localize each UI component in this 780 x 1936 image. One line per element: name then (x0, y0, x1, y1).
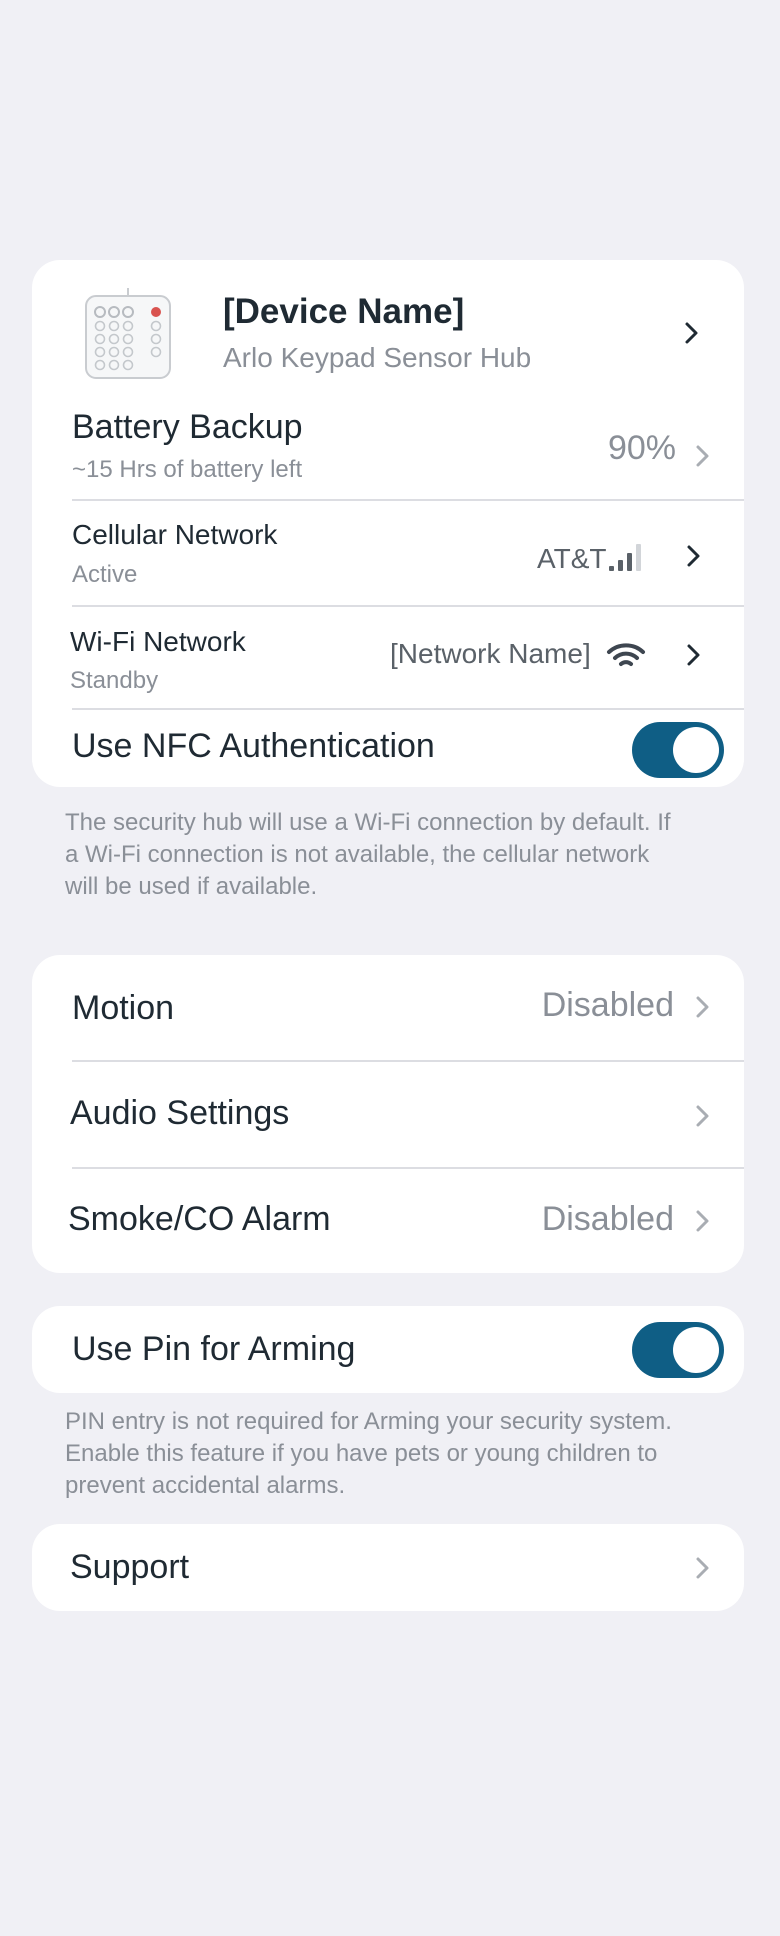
smoke-co-alarm-value: Disabled (541, 1200, 674, 1238)
toggle-knob (673, 1327, 719, 1373)
device-card: [Device Name] Arlo Keypad Sensor Hub Bat… (32, 260, 744, 787)
nfc-toggle[interactable] (632, 722, 724, 778)
support-label: Support (70, 1548, 190, 1586)
wifi-status: Standby (70, 667, 159, 694)
wifi-label: Wi-Fi Network (70, 626, 246, 657)
pin-arming-toggle[interactable] (632, 1322, 724, 1378)
battery-value: 90% (607, 429, 676, 467)
cellular-signal-icon (608, 542, 642, 572)
wifi-network-row[interactable]: Wi-Fi Network Standby [Network Name] (32, 607, 744, 709)
support-card: Support (32, 1524, 744, 1611)
audio-settings-label: Audio Settings (70, 1094, 290, 1132)
cellular-status: Active (72, 561, 138, 588)
pin-arming-label: Use Pin for Arming (72, 1330, 356, 1368)
chevron-right-icon (677, 319, 705, 347)
device-model: Arlo Keypad Sensor Hub (223, 342, 532, 373)
device-name: [Device Name] (223, 292, 465, 331)
settings-card: Motion Disabled Audio Settings Smoke/CO … (32, 955, 744, 1273)
keypad-device-icon (82, 288, 174, 380)
toggle-knob (673, 727, 719, 773)
device-header-row[interactable]: [Device Name] Arlo Keypad Sensor Hub (32, 260, 744, 400)
chevron-right-icon (688, 1554, 716, 1582)
hub-connection-note: The security hub will use a Wi-Fi connec… (65, 809, 671, 900)
chevron-right-icon (688, 993, 716, 1021)
chevron-right-icon (679, 542, 707, 570)
motion-value: Disabled (541, 986, 674, 1024)
chevron-right-icon (679, 641, 707, 669)
motion-label: Motion (72, 989, 175, 1027)
motion-row[interactable]: Motion Disabled (32, 955, 744, 1060)
battery-subtitle: ~15 Hrs of battery left (72, 456, 303, 483)
pin-arming-note: PIN entry is not required for Arming you… (65, 1408, 672, 1499)
chevron-right-icon (688, 1207, 716, 1235)
smoke-co-alarm-label: Smoke/CO Alarm (68, 1200, 331, 1238)
nfc-label: Use NFC Authentication (72, 727, 435, 765)
pin-arming-card: Use Pin for Arming (32, 1306, 744, 1393)
smoke-co-alarm-row[interactable]: Smoke/CO Alarm Disabled (32, 1169, 744, 1273)
battery-label: Battery Backup (72, 408, 303, 446)
audio-settings-row[interactable]: Audio Settings (32, 1062, 744, 1167)
chevron-right-icon (688, 1102, 716, 1130)
support-row[interactable]: Support (32, 1524, 744, 1611)
cellular-network-row[interactable]: Cellular Network Active AT&T (32, 501, 744, 605)
wifi-network-name: [Network Name] (390, 638, 591, 669)
chevron-right-icon (688, 442, 716, 470)
wifi-icon (606, 641, 646, 671)
battery-row[interactable]: Battery Backup ~15 Hrs of battery left 9… (32, 400, 744, 500)
cellular-carrier: AT&T (537, 543, 607, 574)
nfc-row: Use NFC Authentication (32, 710, 744, 787)
cellular-label: Cellular Network (72, 519, 278, 550)
